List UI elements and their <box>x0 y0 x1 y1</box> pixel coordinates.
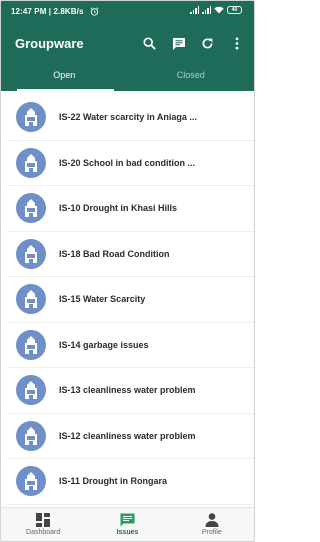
issue-item[interactable]: IS-11 Drought in Rongara <box>7 459 254 505</box>
issue-title: IS-22 Water scarcity in Aniaga ... <box>59 112 197 123</box>
issue-item[interactable]: IS-12 cleanliness water problem <box>7 414 254 459</box>
issue-title: IS-10 Drought in Khasi Hills <box>59 203 178 214</box>
app-frame: 12:47 PM | 2.8KB/s 40 Groupware Open Clo… <box>0 0 255 542</box>
nav-profile[interactable]: Profile <box>170 508 254 541</box>
issue-title: IS-12 cleanliness water problem <box>59 430 196 441</box>
nav-dashboard[interactable]: Dashboard <box>1 508 85 541</box>
nav-dashboard-label: Dashboard <box>26 529 61 536</box>
issue-item[interactable]: IS-15 Water Scarcity <box>7 277 254 323</box>
issue-avatar-icon <box>16 147 46 178</box>
issue-item[interactable]: IS-14 garbage issues <box>7 323 254 368</box>
issue-title: IS-11 Drought in Rongara <box>59 476 168 487</box>
app-title: Groupware <box>15 36 84 51</box>
issue-avatar-icon <box>16 466 46 497</box>
issue-title: IS-15 Water Scarcity <box>59 294 146 305</box>
issue-item[interactable]: IS-13 cleanliness water problem <box>7 368 254 414</box>
issue-avatar-icon <box>16 193 46 224</box>
refresh-icon[interactable] <box>199 35 216 52</box>
issue-item[interactable]: IS-18 Bad Road Condition <box>7 232 254 277</box>
issue-avatar-icon <box>16 102 46 133</box>
tab-open[interactable]: Open <box>1 65 128 91</box>
signal-icon-2 <box>202 6 211 14</box>
issue-title: IS-14 garbage issues <box>59 339 149 350</box>
issue-avatar-icon <box>16 329 46 360</box>
status-bar: 12:47 PM | 2.8KB/s 40 <box>1 1 254 23</box>
issue-avatar-icon <box>16 238 46 269</box>
issue-tabs: Open Closed <box>1 65 254 91</box>
nav-issues[interactable]: Issues <box>85 508 169 541</box>
issue-item[interactable]: IS-22 Water scarcity in Aniaga ... <box>7 95 254 141</box>
message-icon[interactable] <box>170 35 187 52</box>
dashboard-icon <box>36 513 51 527</box>
issue-title: IS-20 School in bad condition ... <box>59 157 196 168</box>
issue-list: IS-22 Water scarcity in Aniaga ... IS-20… <box>7 95 254 505</box>
more-vert-icon[interactable] <box>228 35 245 52</box>
battery-icon: 40 <box>227 6 242 14</box>
status-time-speed: 12:47 PM | 2.8KB/s <box>11 7 84 16</box>
issues-icon <box>120 513 135 527</box>
issue-item[interactable]: IS-10 Drought in Khasi Hills <box>7 186 254 232</box>
tab-closed[interactable]: Closed <box>128 65 255 91</box>
signal-icon <box>190 6 199 14</box>
wifi-icon <box>214 6 224 14</box>
nav-issues-label: Issues <box>116 529 139 536</box>
bottom-nav: Dashboard Issues Profile <box>1 507 254 541</box>
issue-avatar-icon <box>16 284 46 315</box>
nav-profile-label: Profile <box>201 529 222 536</box>
issue-title: IS-13 cleanliness water problem <box>59 385 196 396</box>
app-bar: Groupware <box>1 23 254 65</box>
issue-avatar-icon <box>16 375 46 406</box>
alarm-clock-icon <box>90 7 99 16</box>
search-icon[interactable] <box>141 35 158 52</box>
profile-icon <box>205 513 219 527</box>
issue-title: IS-18 Bad Road Condition <box>59 248 170 259</box>
issue-avatar-icon <box>16 420 46 451</box>
issue-item[interactable]: IS-20 School in bad condition ... <box>7 141 254 186</box>
